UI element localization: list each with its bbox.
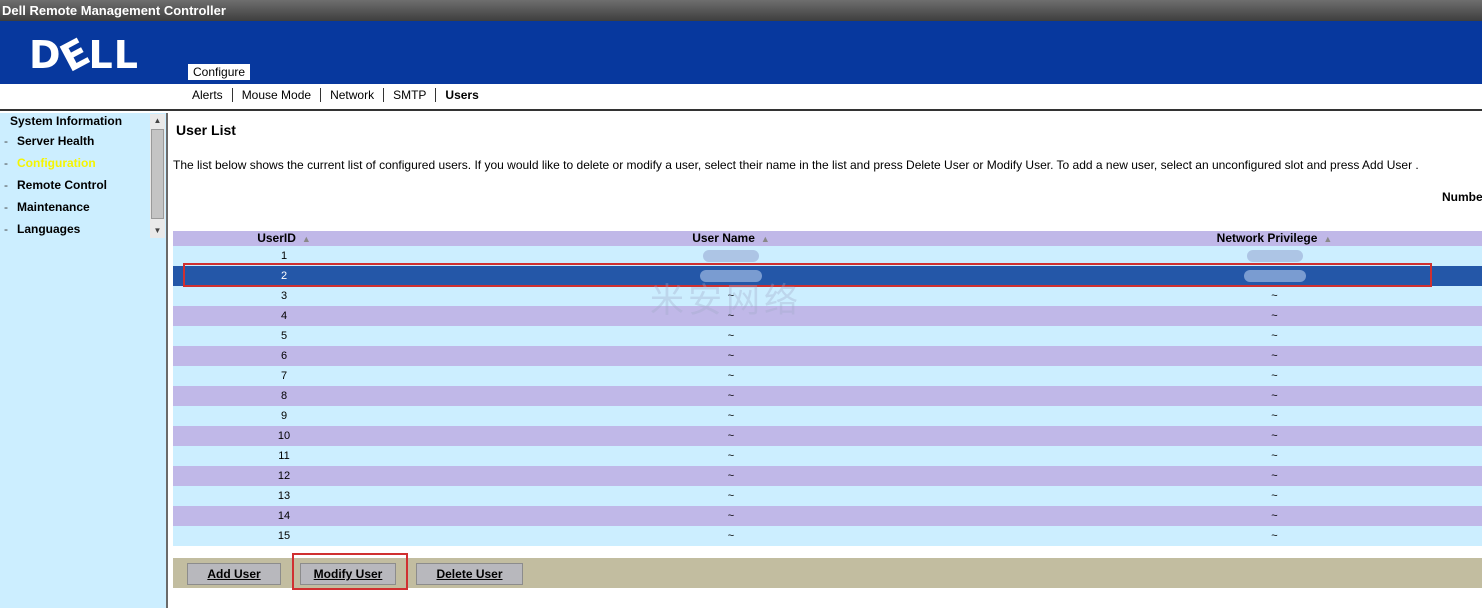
cell-privilege: ~ bbox=[1067, 526, 1482, 546]
sidebar: System Information Server Health Configu… bbox=[0, 113, 168, 608]
main-content: User List The list below shows the curre… bbox=[170, 113, 1482, 608]
cell-privilege: ~ bbox=[1067, 366, 1482, 386]
header-label: UserID bbox=[257, 231, 296, 245]
table-row[interactable]: 5 ~ ~ bbox=[173, 326, 1482, 346]
cell-username: ~ bbox=[395, 286, 1067, 306]
table-header-row: UserID ▲ User Name ▲ Network Privilege ▲ bbox=[173, 231, 1482, 246]
column-header-username[interactable]: User Name ▲ bbox=[395, 231, 1067, 246]
cell-privilege: ~ bbox=[1067, 326, 1482, 346]
delete-user-button[interactable]: Delete User bbox=[416, 563, 523, 585]
subnav-smtp[interactable]: SMTP bbox=[384, 88, 437, 102]
redacted-blur bbox=[703, 250, 759, 263]
cell-userid: 5 bbox=[173, 326, 395, 346]
table-row[interactable]: 13 ~ ~ bbox=[173, 486, 1482, 506]
cell-username: ~ bbox=[395, 526, 1067, 546]
cell-username: ~ bbox=[395, 506, 1067, 526]
cell-username: ~ bbox=[395, 386, 1067, 406]
cell-userid: 13 bbox=[173, 486, 395, 506]
cell-userid: 6 bbox=[173, 346, 395, 366]
cell-userid: 3 bbox=[173, 286, 395, 306]
table-row[interactable]: 3 ~ ~ bbox=[173, 286, 1482, 306]
page-title: User List bbox=[176, 122, 236, 138]
cell-privilege: ~ bbox=[1067, 286, 1482, 306]
column-header-network-privilege[interactable]: Network Privilege ▲ bbox=[1067, 231, 1482, 246]
cell-privilege: ~ bbox=[1067, 306, 1482, 326]
cell-userid: 9 bbox=[173, 406, 395, 426]
table-row[interactable]: 10 ~ ~ bbox=[173, 426, 1482, 446]
page-description: The list below shows the current list of… bbox=[173, 158, 1419, 172]
number-label: Numbe bbox=[1442, 190, 1482, 204]
cell-privilege: ~ bbox=[1067, 386, 1482, 406]
sort-arrow-icon[interactable]: ▲ bbox=[1323, 234, 1332, 244]
sort-arrow-icon[interactable]: ▲ bbox=[761, 234, 770, 244]
cell-privilege: ~ bbox=[1067, 426, 1482, 446]
cell-username: ~ bbox=[395, 426, 1067, 446]
cell-username: ~ bbox=[395, 486, 1067, 506]
cell-userid: 7 bbox=[173, 366, 395, 386]
cell-privilege: ~ bbox=[1067, 446, 1482, 466]
redacted-blur bbox=[1246, 250, 1303, 263]
table-row[interactable]: 6 ~ ~ bbox=[173, 346, 1482, 366]
cell-privilege: ~ bbox=[1067, 466, 1482, 486]
table-row[interactable]: 14 ~ ~ bbox=[173, 506, 1482, 526]
sidebar-item-configuration[interactable]: Configuration bbox=[0, 156, 166, 178]
table-row[interactable]: 11 ~ ~ bbox=[173, 446, 1482, 466]
table-row[interactable]: 12 ~ ~ bbox=[173, 466, 1482, 486]
header-label: Network Privilege bbox=[1216, 231, 1318, 245]
cell-userid: 10 bbox=[173, 426, 395, 446]
sub-navigation: Alerts Mouse Mode Network SMTP Users bbox=[0, 84, 1482, 111]
column-header-userid[interactable]: UserID ▲ bbox=[173, 231, 395, 246]
cell-username: ~ bbox=[395, 306, 1067, 326]
cell-privilege: ~ bbox=[1067, 406, 1482, 426]
scroll-down-icon[interactable]: ▼ bbox=[150, 224, 165, 238]
table-row[interactable]: 9 ~ ~ bbox=[173, 406, 1482, 426]
cell-privilege: ~ bbox=[1067, 506, 1482, 526]
table-row[interactable]: 15 ~ ~ bbox=[173, 526, 1482, 546]
cell-userid: 8 bbox=[173, 386, 395, 406]
scroll-up-icon[interactable]: ▲ bbox=[150, 114, 165, 128]
cell-privilege: ~ bbox=[1067, 486, 1482, 506]
cell-userid: 11 bbox=[173, 446, 395, 466]
modify-button-highlight bbox=[292, 553, 408, 590]
selected-row-highlight bbox=[183, 263, 1432, 287]
cell-username: ~ bbox=[395, 366, 1067, 386]
sidebar-item-maintenance[interactable]: Maintenance bbox=[0, 200, 166, 222]
cell-userid: 12 bbox=[173, 466, 395, 486]
cell-username: ~ bbox=[395, 326, 1067, 346]
header-label: User Name bbox=[692, 231, 755, 245]
sidebar-item-remote-control[interactable]: Remote Control bbox=[0, 178, 166, 200]
cell-username: ~ bbox=[395, 466, 1067, 486]
window-title-bar: Dell Remote Management Controller bbox=[0, 0, 1482, 21]
sidebar-item-languages[interactable]: Languages bbox=[0, 222, 166, 244]
cell-username: ~ bbox=[395, 346, 1067, 366]
tab-configure[interactable]: Configure bbox=[188, 64, 251, 80]
dell-logo: DELL bbox=[29, 29, 139, 81]
subnav-network[interactable]: Network bbox=[321, 88, 385, 102]
subnav-users[interactable]: Users bbox=[436, 88, 487, 102]
table-row[interactable]: 8 ~ ~ bbox=[173, 386, 1482, 406]
table-row[interactable]: 7 ~ ~ bbox=[173, 366, 1482, 386]
cell-privilege: ~ bbox=[1067, 346, 1482, 366]
cell-username: ~ bbox=[395, 406, 1067, 426]
table-row[interactable]: 4 ~ ~ bbox=[173, 306, 1482, 326]
cell-userid: 4 bbox=[173, 306, 395, 326]
sidebar-item-system-information[interactable]: System Information bbox=[0, 114, 166, 134]
sort-arrow-icon[interactable]: ▲ bbox=[302, 234, 311, 244]
sidebar-scrollbar[interactable]: ▲ ▼ bbox=[150, 114, 165, 238]
cell-userid: 15 bbox=[173, 526, 395, 546]
sidebar-item-server-health[interactable]: Server Health bbox=[0, 134, 166, 156]
subnav-mouse-mode[interactable]: Mouse Mode bbox=[233, 88, 322, 102]
subnav-alerts[interactable]: Alerts bbox=[183, 88, 233, 102]
scrollbar-thumb[interactable] bbox=[151, 129, 164, 219]
window-title: Dell Remote Management Controller bbox=[2, 3, 226, 18]
cell-userid: 14 bbox=[173, 506, 395, 526]
cell-username: ~ bbox=[395, 446, 1067, 466]
add-user-button[interactable]: Add User bbox=[187, 563, 281, 585]
